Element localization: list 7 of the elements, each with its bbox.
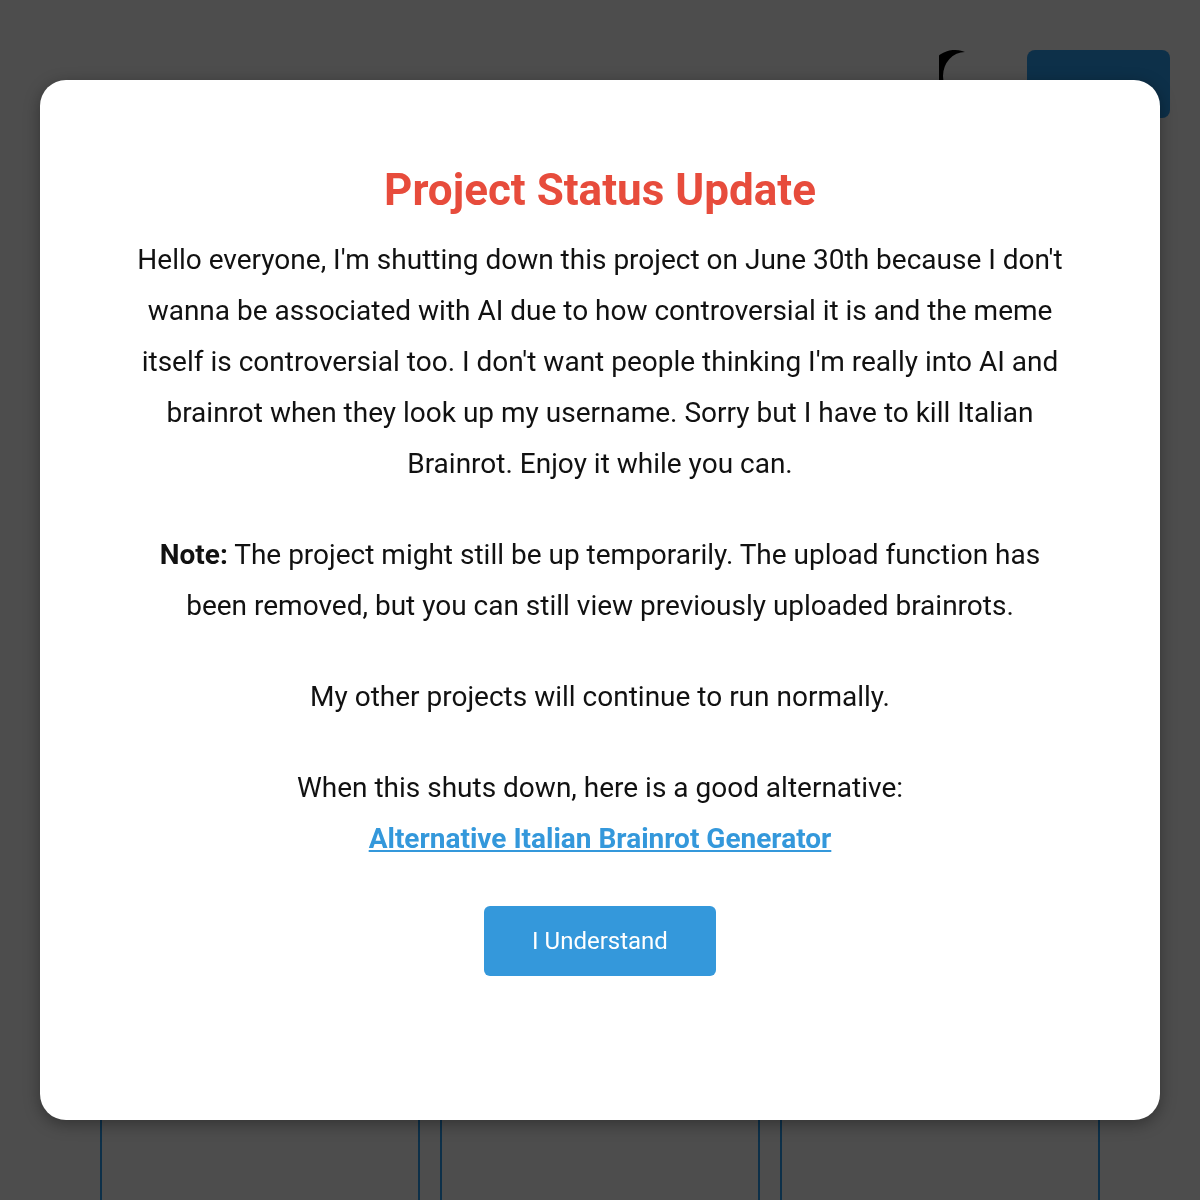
- modal-title: Project Status Update: [384, 164, 816, 216]
- alternative-link[interactable]: Alternative Italian Brainrot Generator: [368, 822, 832, 855]
- paragraph: My other projects will continue to run normally.: [310, 679, 890, 715]
- paragraph: Note: The project might still be up temporarily. The upload function has been removed, but you can still view previously uploaded brainrots.: [158, 537, 1042, 624]
- paragraph: Hello everyone, I'm shutting down this project on June 30th because I don't wanna be associated with AI due to how controversial it is and the meme itself is controversial too. I don't want people thinking I'm really into AI and brainrot when they look up my username. Sorry but I have to kill Italian Brainrot. Enjoy it while you can.: [136, 242, 1064, 482]
- paragraph: When this shuts down, here is a good alternative:: [296, 771, 904, 804]
- understand-button[interactable]: I Understand: [484, 906, 716, 976]
